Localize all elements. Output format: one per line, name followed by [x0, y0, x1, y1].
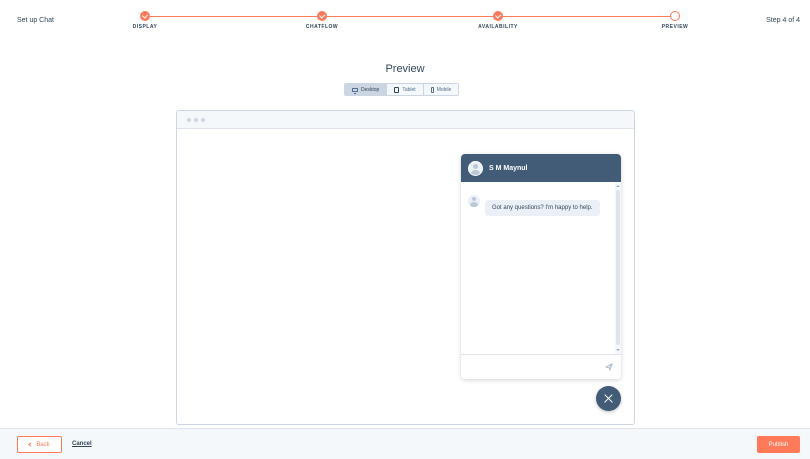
scroll-up-icon[interactable] [616, 185, 620, 187]
chat-widget: S M Maynul Got any questions? I'm happy … [461, 154, 621, 379]
check-icon [140, 11, 150, 21]
window-dot-icon [201, 117, 205, 122]
tab-label: Tablet [402, 86, 416, 93]
check-icon [317, 11, 327, 21]
step-label: PREVIEW [661, 24, 689, 30]
avatar [468, 160, 483, 176]
tab-label: Mobile [436, 86, 452, 93]
step-label: CHATFLOW [305, 24, 339, 30]
chevron-left-icon [28, 442, 33, 447]
welcome-message: Got any questions? I'm happy to help. [485, 200, 600, 216]
tab-desktop[interactable]: Desktop [345, 84, 388, 95]
mobile-icon [430, 86, 434, 93]
device-toggle: Desktop Tablet Mobile [344, 83, 460, 96]
step-availability[interactable]: AVAILABILITY [458, 11, 538, 30]
chat-messages: Got any questions? I'm happy to help. [461, 182, 621, 354]
preview-title: Preview [385, 63, 425, 75]
step-label: DISPLAY [132, 24, 158, 30]
browser-toolbar [177, 111, 634, 129]
step-display[interactable]: DISPLAY [105, 11, 185, 30]
scroll-thumb[interactable] [616, 190, 620, 345]
agent-name: S M Maynul [489, 164, 528, 172]
page-title: Set up Chat [17, 17, 54, 24]
tab-label: Desktop [361, 86, 380, 93]
wizard-header: Set up Chat DISPLAY CHATFLOW AVAILABILIT… [0, 0, 810, 40]
scroll-down-icon[interactable] [616, 349, 620, 351]
send-icon[interactable] [605, 363, 613, 371]
close-chat-button[interactable] [596, 386, 621, 411]
step-chatflow[interactable]: CHATFLOW [282, 11, 362, 30]
step-preview[interactable]: PREVIEW [635, 11, 715, 30]
back-button[interactable]: Back [17, 436, 62, 453]
message-avatar [468, 195, 480, 207]
tablet-icon [394, 86, 400, 93]
chat-scrollbar[interactable] [615, 182, 621, 354]
step-counter: Step 4 of 4 [766, 17, 800, 24]
desktop-icon [352, 87, 358, 94]
step-label: AVAILABILITY [478, 24, 518, 30]
stepper-progress-line [145, 16, 675, 17]
chat-header: S M Maynul [461, 154, 621, 182]
current-step-circle-icon [670, 11, 680, 21]
back-label: Back [36, 441, 50, 448]
window-dot-icon [187, 117, 191, 122]
cancel-button[interactable]: Cancel [72, 441, 92, 447]
publish-button[interactable]: Publish [757, 436, 800, 453]
chat-message-input[interactable] [461, 354, 621, 379]
tab-tablet[interactable]: Tablet [387, 84, 424, 95]
tab-mobile[interactable]: Mobile [423, 84, 459, 95]
wizard-footer: Back Cancel Publish [0, 428, 810, 459]
check-icon [493, 11, 503, 21]
window-dot-icon [194, 117, 198, 122]
